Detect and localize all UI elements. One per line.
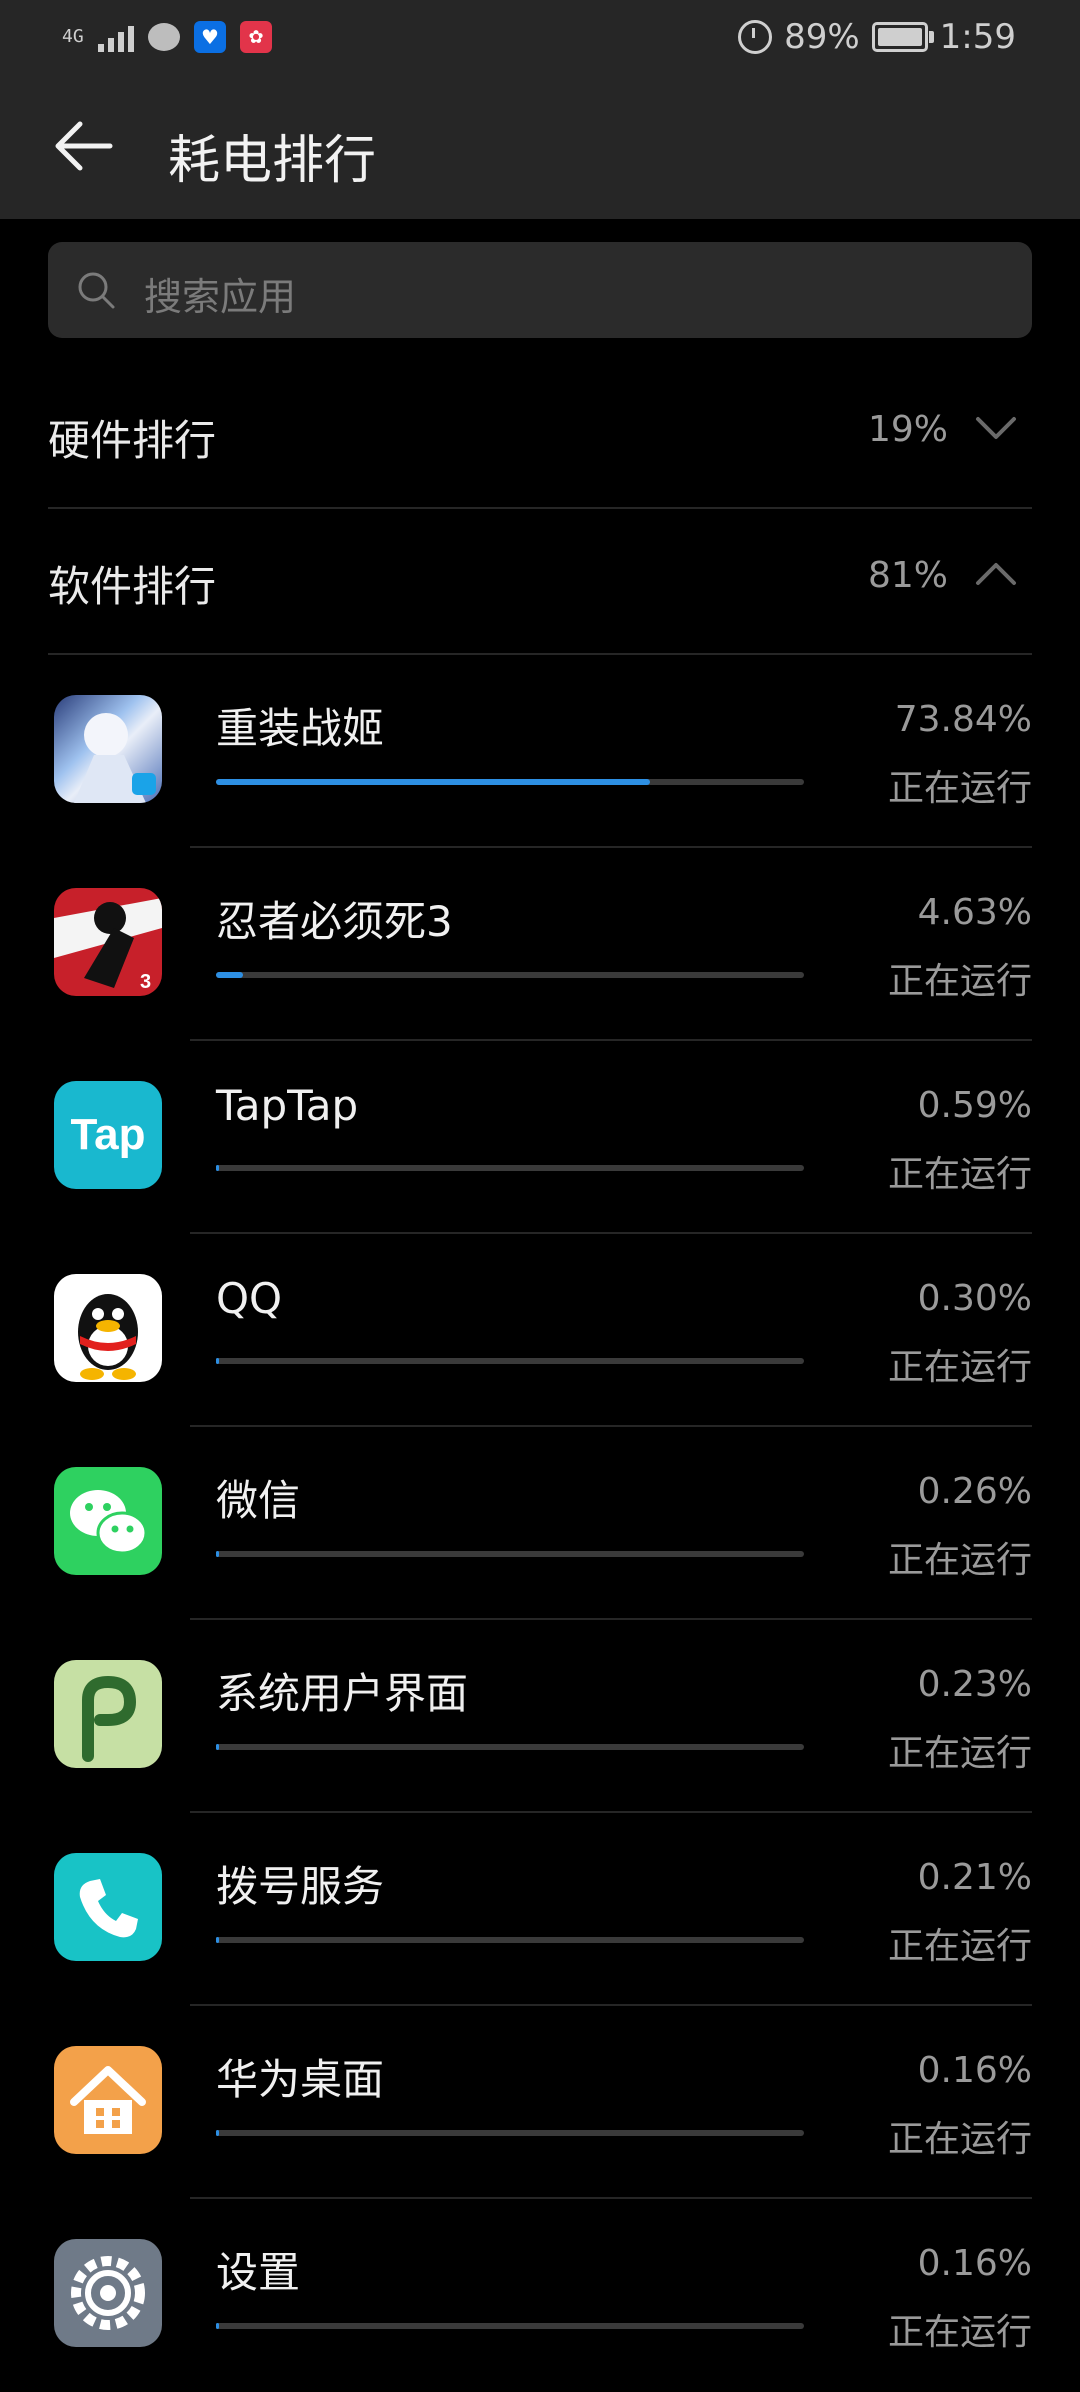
usage-bar: [216, 1551, 804, 1557]
app-status: 正在运行: [887, 1540, 1032, 1581]
back-arrow-icon[interactable]: [48, 116, 118, 176]
svg-text:3: 3: [140, 971, 151, 993]
app-status: 正在运行: [887, 1347, 1032, 1388]
usage-bar-fill: [216, 1744, 219, 1750]
app-name: QQ: [216, 1274, 283, 1323]
app-notification-icon: ♥: [194, 21, 226, 53]
list-item[interactable]: 系统用户界面 0.23% 正在运行: [0, 1620, 1080, 1813]
app-status: 正在运行: [887, 768, 1032, 809]
app-name: 华为桌面: [216, 2055, 385, 2104]
app-percent: 0.21%: [917, 1857, 1032, 1898]
network-type: 4G: [62, 26, 84, 47]
list-item[interactable]: Tap TapTap 0.59% 正在运行: [0, 1041, 1080, 1234]
phone-icon: [54, 1853, 162, 1961]
status-bar: 4G ♥ ✿ 89% 1:59: [0, 0, 1080, 72]
list-item[interactable]: 华为桌面 0.16% 正在运行: [0, 2006, 1080, 2199]
usage-bar: [216, 1165, 804, 1171]
android-icon: [54, 1660, 162, 1768]
app-status: 正在运行: [887, 1154, 1032, 1195]
huawei-notification-icon: ✿: [240, 21, 272, 53]
usage-bar-fill: [216, 1358, 219, 1364]
usage-bar: [216, 2130, 804, 2136]
list-item[interactable]: QQ 0.30% 正在运行: [0, 1234, 1080, 1427]
app-status: 正在运行: [887, 961, 1032, 1002]
app-status: 正在运行: [887, 1926, 1032, 1967]
usage-bar-fill: [216, 2130, 219, 2136]
list-item[interactable]: 拨号服务 0.21% 正在运行: [0, 1813, 1080, 2006]
battery-percent: 89%: [784, 17, 860, 57]
battery-level: [877, 28, 923, 46]
list-item[interactable]: 微信 0.26% 正在运行: [0, 1427, 1080, 1620]
app-name: 重装战姬: [216, 704, 385, 753]
app-status: 正在运行: [887, 2119, 1032, 2160]
app-percent: 0.30%: [917, 1278, 1032, 1319]
usage-bar: [216, 2323, 804, 2329]
list-item[interactable]: 重装战姬 73.84% 正在运行: [0, 655, 1080, 848]
search-icon: [78, 272, 115, 309]
ninja-icon: 3: [54, 888, 162, 996]
usage-bar: [216, 1744, 804, 1750]
app-name: 忍者必须死3: [216, 897, 453, 946]
signal-icon: [98, 22, 134, 52]
app-name: TapTap: [216, 1081, 359, 1130]
clock: 1:59: [939, 17, 1016, 57]
app-name: 微信: [216, 1476, 301, 1525]
search-input[interactable]: 搜索应用: [48, 242, 1032, 338]
app-name: 拨号服务: [216, 1862, 385, 1911]
wechat-icon: [54, 1467, 162, 1575]
section-hardware[interactable]: 硬件排行 19%: [48, 363, 1032, 509]
app-percent: 0.26%: [917, 1471, 1032, 1512]
usage-bar: [216, 779, 804, 785]
qq-icon: [54, 1274, 162, 1382]
app-bar: 耗电排行: [0, 72, 1080, 219]
app-percent: 0.59%: [917, 1085, 1032, 1126]
usage-bar-fill: [216, 972, 244, 978]
app-status: 正在运行: [887, 2312, 1032, 2353]
chevron-up-icon[interactable]: [974, 559, 1018, 589]
chevron-down-icon[interactable]: [974, 413, 1018, 443]
usage-bar-fill: [216, 2323, 219, 2329]
app-name: 设置: [216, 2248, 301, 2297]
usage-bar: [216, 1937, 804, 1943]
app-status: 正在运行: [887, 1733, 1032, 1774]
section-label: 软件排行: [48, 562, 217, 611]
section-percent: 81%: [867, 555, 948, 596]
settings-icon: [54, 2239, 162, 2347]
usage-bar: [216, 1358, 804, 1364]
list-item[interactable]: 设置 0.16% 正在运行: [0, 2199, 1080, 2392]
battery-icon: [871, 22, 934, 52]
list-item[interactable]: 3 忍者必须死3 4.63% 正在运行: [0, 848, 1080, 1041]
search-placeholder: 搜索应用: [144, 275, 297, 319]
usage-bar: [216, 972, 804, 978]
page-title: 耗电排行: [168, 131, 377, 191]
alarm-icon: [738, 20, 773, 54]
app-percent: 73.84%: [894, 699, 1032, 740]
app-name: 系统用户界面: [216, 1669, 469, 1718]
usage-bar-fill: [216, 1551, 219, 1557]
section-percent: 19%: [867, 409, 948, 450]
app-percent: 4.63%: [917, 892, 1032, 933]
game-icon: [54, 695, 162, 803]
home-icon: [54, 2046, 162, 2154]
usage-bar-fill: [216, 1165, 220, 1171]
usage-bar-fill: [216, 1937, 219, 1943]
section-software[interactable]: 软件排行 81%: [48, 509, 1032, 655]
app-percent: 0.23%: [917, 1664, 1032, 1705]
app-percent: 0.16%: [917, 2243, 1032, 2284]
app-percent: 0.16%: [917, 2050, 1032, 2091]
chat-notification-icon: [148, 23, 180, 51]
usage-bar-fill: [216, 779, 651, 785]
section-label: 硬件排行: [48, 416, 217, 465]
taptap-icon: Tap: [54, 1081, 162, 1189]
